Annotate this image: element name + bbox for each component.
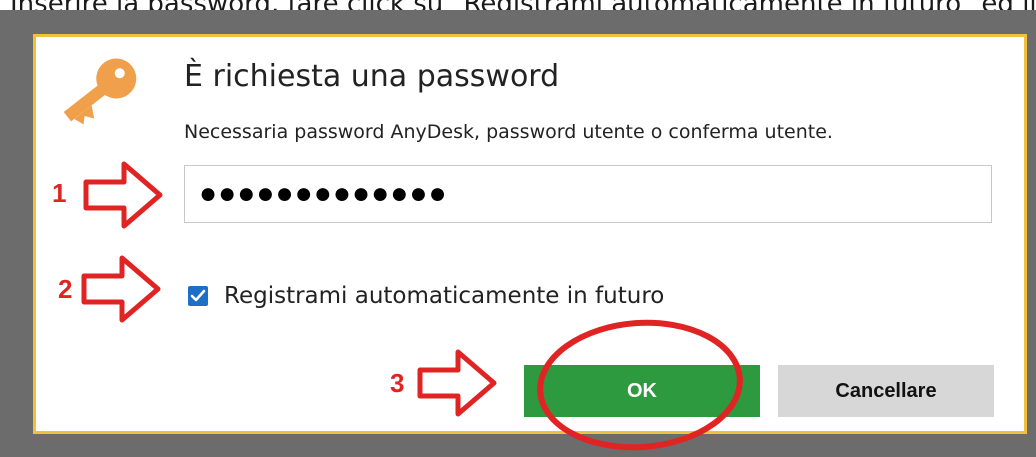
ok-button[interactable]: OK — [524, 365, 760, 417]
remember-checkbox[interactable] — [188, 286, 208, 306]
remember-row[interactable]: Registrami automaticamente in futuro — [188, 281, 664, 311]
dialog-title: È richiesta una password — [184, 59, 560, 94]
remember-label: Registrami automaticamente in futuro — [224, 283, 665, 309]
password-input[interactable]: ●●●●●●●●●●●●● — [184, 165, 992, 223]
cancel-button[interactable]: Cancellare — [778, 365, 994, 417]
checkmark-icon — [190, 289, 206, 302]
key-icon — [63, 58, 137, 125]
password-dialog: È richiesta una password Necessaria pass… — [33, 34, 1027, 434]
dialog-subtitle: Necessaria password AnyDesk, password ut… — [184, 121, 833, 143]
